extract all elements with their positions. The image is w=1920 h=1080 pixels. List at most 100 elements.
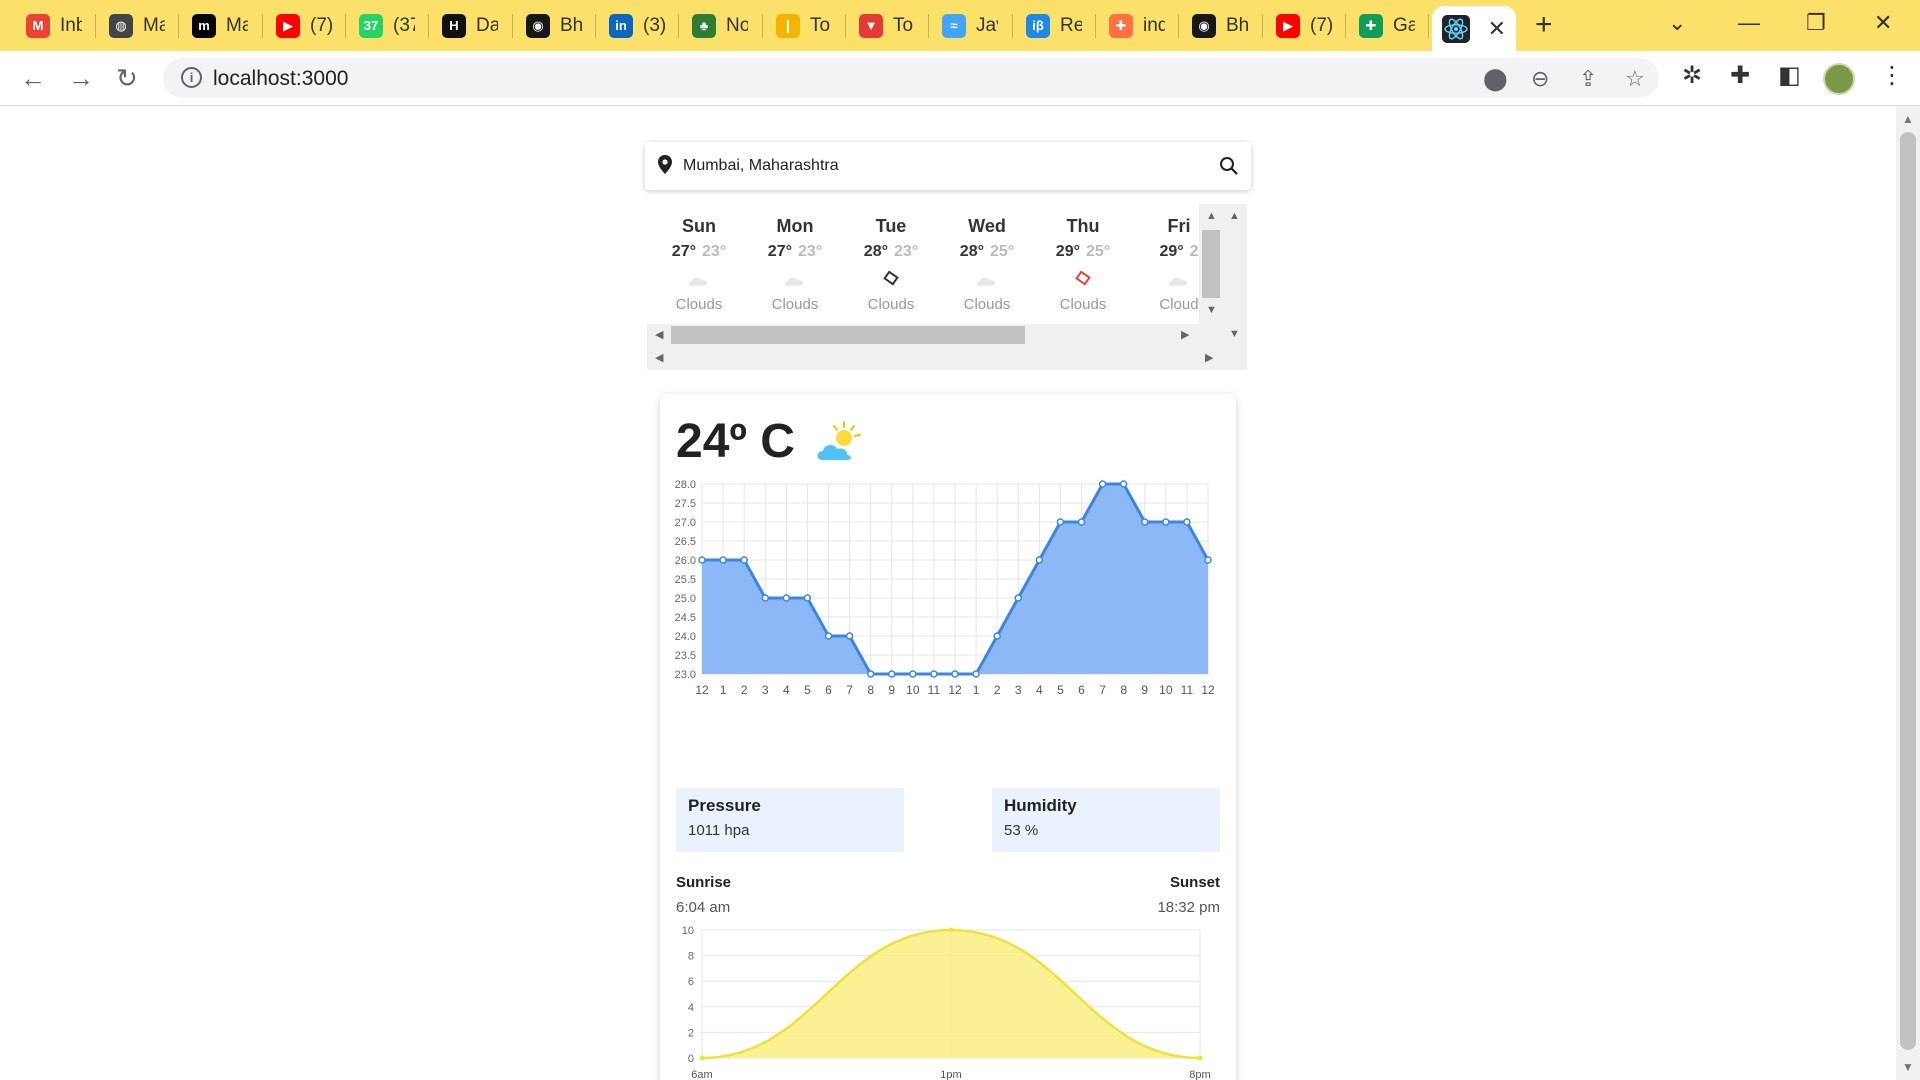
location-input[interactable] (683, 150, 1203, 182)
bookmark-star-icon[interactable]: ☆ (1625, 66, 1645, 92)
tab-active[interactable]: ✕ (1432, 6, 1516, 51)
scroll-right-icon[interactable]: ▶ (1181, 329, 1189, 341)
scroll-left-icon[interactable]: ◀ (655, 329, 663, 341)
browser-tab[interactable]: M Inb (14, 8, 92, 43)
scroll-up-icon[interactable]: ▲ (1206, 210, 1217, 222)
url-text[interactable]: localhost:3000 (213, 67, 348, 91)
temperature-point[interactable] (888, 670, 896, 678)
outer-scroll-left-icon[interactable]: ◀ (655, 352, 663, 364)
tab-search-icon[interactable]: ⌄ (1668, 10, 1686, 36)
sunset-label: Sunset (1169, 874, 1220, 891)
bug-extension-icon[interactable]: ✲ (1682, 62, 1702, 90)
temperature-point[interactable] (866, 670, 875, 678)
forecast-temps: 29° 2 (1131, 243, 1199, 261)
sun-point[interactable] (699, 1055, 705, 1061)
browser-tab[interactable]: ▶ (7) (1264, 8, 1342, 43)
forecast-vertical-scrollbar[interactable]: ▲ ▼ (1199, 204, 1223, 324)
minimize-icon[interactable]: — (1738, 10, 1760, 36)
browser-tab[interactable]: in (3) (597, 8, 675, 43)
browser-tab[interactable]: ≈ Jav (930, 8, 1008, 43)
search-icon[interactable] (1219, 156, 1239, 176)
browser-tab[interactable]: ▼ To (847, 8, 925, 43)
page-scrollbar[interactable]: ▲ ▼ (1896, 106, 1920, 1080)
side-panel-icon[interactable]: ◧ (1778, 62, 1801, 90)
browser-tab[interactable]: ✚ Ga (1347, 8, 1425, 43)
extensions-puzzle-icon[interactable]: ✚ (1730, 62, 1750, 90)
temperature-point[interactable] (951, 670, 959, 678)
temperature-point[interactable] (972, 670, 980, 678)
page-scroll-down-icon[interactable]: ▼ (1902, 1060, 1914, 1074)
reload-icon[interactable]: ↻ (116, 63, 138, 93)
browser-tab[interactable]: H Da (430, 8, 508, 43)
y-tick-label: 26.5 (675, 536, 696, 548)
temperature-point[interactable] (1119, 480, 1128, 488)
forecast-horizontal-scrollbar[interactable]: ◀ ▶ (647, 324, 1199, 346)
hackerrank-icon: H (442, 13, 466, 38)
forecast-high: 27° (767, 243, 792, 260)
site-info-icon[interactable]: i (181, 67, 202, 88)
outer-scroll-down-icon[interactable]: ▼ (1229, 328, 1240, 340)
scroll-down-icon[interactable]: ▼ (1206, 304, 1217, 316)
page-scroll-thumb[interactable] (1900, 132, 1916, 1050)
share-icon[interactable]: ⇪ (1579, 66, 1597, 92)
temperature-point[interactable] (1035, 556, 1044, 564)
x-tick-label: 1 (720, 683, 727, 697)
outer-scroll-up-icon[interactable]: ▲ (1229, 210, 1240, 222)
forecast-high: 28° (863, 243, 888, 260)
forecast-horizontal-thumb[interactable] (671, 326, 1025, 344)
outer-scroll-right-icon[interactable]: ▶ (1205, 352, 1213, 364)
browser-tab[interactable]: ▶ (7) (264, 8, 342, 43)
temperature-point[interactable] (782, 594, 791, 602)
temperature-point[interactable] (761, 594, 769, 602)
forecast-day: Mon 27° 23° Clouds (747, 216, 843, 313)
cloud-icon (1169, 277, 1188, 286)
new-tab-icon[interactable]: + (1535, 10, 1553, 40)
tab-separator (1095, 14, 1096, 38)
forecast-vertical-thumb[interactable] (1202, 230, 1220, 298)
temperature-point[interactable] (1162, 518, 1170, 526)
temperature-point[interactable] (740, 556, 748, 564)
browser-tab[interactable]: ◉ Bh (1180, 8, 1258, 43)
sun-point[interactable] (948, 927, 954, 933)
temperature-point[interactable] (930, 670, 938, 678)
location-icon[interactable]: ⬤ (1483, 66, 1508, 92)
browser-tab[interactable]: m Ma (180, 8, 258, 43)
temperature-point[interactable] (1056, 518, 1065, 526)
menu-kebab-icon[interactable]: ⋮ (1880, 62, 1904, 90)
browser-tab[interactable]: ◉ Bh (514, 8, 592, 43)
temperature-point[interactable] (824, 632, 833, 640)
temperature-point[interactable] (993, 632, 1001, 640)
temperature-point[interactable] (803, 594, 812, 602)
browser-tab[interactable]: 37 (37 (347, 8, 425, 43)
x-tick-label: 9 (1141, 683, 1148, 697)
address-bar[interactable]: i localhost:3000 ⬤ ⊖ ⇪ ☆ (163, 58, 1659, 98)
browser-tab[interactable]: ♣ No (680, 8, 758, 43)
forward-icon[interactable]: → (68, 63, 94, 93)
sun-point[interactable] (1197, 1055, 1203, 1061)
temperature-point[interactable] (845, 632, 854, 640)
temperature-point[interactable] (1141, 518, 1149, 526)
forecast-scroller[interactable]: Sun 27° 23° Clouds Mon 27° 23° Clouds Tue 28° 23° C… (647, 204, 1247, 370)
globe-icon: ◍ (109, 13, 133, 38)
back-icon[interactable]: ← (20, 63, 46, 93)
temperature-point[interactable] (719, 556, 727, 564)
temperature-point[interactable] (698, 556, 706, 564)
browser-tab[interactable]: iβ Re (1014, 8, 1092, 43)
temperature-point[interactable] (1014, 594, 1022, 602)
temperature-point[interactable] (1204, 556, 1212, 564)
temperature-point[interactable] (1077, 518, 1086, 526)
zoom-out-icon[interactable]: ⊖ (1531, 66, 1549, 92)
restore-icon[interactable]: ❐ (1806, 10, 1826, 36)
browser-tab[interactable]: ◍ Ma (97, 8, 175, 43)
temperature-point[interactable] (909, 670, 917, 678)
page-scroll-up-icon[interactable]: ▲ (1902, 112, 1914, 126)
browser-tab[interactable]: ✚ ind (1097, 8, 1175, 43)
browser-tab[interactable]: ❙ To (764, 8, 842, 43)
profile-avatar[interactable] (1823, 63, 1855, 95)
temperature-point[interactable] (1183, 518, 1191, 526)
close-window-icon[interactable]: ✕ (1874, 10, 1892, 36)
forecast-day-name: Sun (682, 216, 716, 236)
temperature-point[interactable] (1098, 480, 1107, 488)
tab-separator (512, 14, 513, 38)
close-tab-icon[interactable]: ✕ (1488, 16, 1506, 42)
